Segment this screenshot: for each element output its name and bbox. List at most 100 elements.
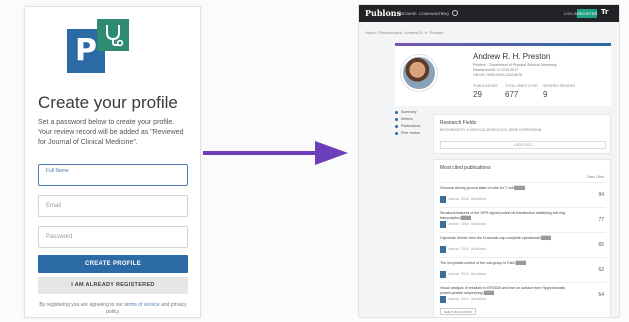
researcher-id: ResearcherID: D-1234-2017 — [473, 68, 519, 72]
citation-count: 77 — [598, 217, 604, 223]
publication-meta: Journal · 2013 · All authors — [448, 272, 487, 276]
password-field[interactable]: Password — [38, 226, 188, 248]
stat-times-cited: TOTAL TIMES CITED 677 — [505, 84, 538, 99]
dot-icon — [395, 131, 398, 135]
redacted-mark: ████ — [514, 186, 525, 190]
journal-thumbnail — [440, 196, 446, 203]
add-field-button[interactable]: + ADD FIELD — [440, 141, 606, 149]
email-placeholder: Email — [46, 203, 62, 209]
nav-browse[interactable]: BROWSE — [399, 11, 417, 16]
create-profile-button[interactable]: CREATE PROFILE — [38, 255, 188, 273]
sidenav-label: Publications — [401, 124, 421, 128]
terms-prefix: By registering you are agreeing to our — [39, 302, 125, 308]
publication-meta: Journal · 2012 · All authors — [448, 297, 487, 301]
search-icon[interactable] — [452, 10, 458, 16]
dot-icon — [395, 124, 398, 128]
terms-of-service-link[interactable]: terms of service — [124, 302, 159, 308]
stat-publications: PUBLICATIONS 29 — [473, 84, 498, 99]
arrow-right-icon — [203, 141, 348, 165]
description-text: Set a password below to create your prof… — [38, 119, 184, 146]
publication-row[interactable]: Visual analysis of residues in ERS3D0 an… — [440, 282, 606, 306]
login-link[interactable]: LOG IN — [564, 11, 578, 16]
sidenav-item-peer-review[interactable]: Peer review — [395, 131, 429, 135]
avatar — [401, 55, 437, 91]
stat-verified-reviews: VERIFIED REVIEWS 9 — [543, 84, 575, 99]
citation-count: 62 — [598, 267, 604, 273]
email-field[interactable]: Email — [38, 195, 188, 217]
screen: P Create your profile Set a password bel… — [0, 0, 629, 322]
sidenav-item-summary[interactable]: Summary — [395, 110, 429, 114]
sidenav-label: Peer review — [401, 131, 420, 135]
stat-label: TOTAL TIMES CITED — [505, 84, 538, 88]
header-accent-bar — [395, 43, 611, 46]
see-publications-button[interactable]: SEE PUBLICATIONS — [440, 308, 476, 315]
stat-value: 9 — [543, 90, 548, 99]
publication-title-text: Genome-driving ground state of cells for… — [440, 186, 515, 190]
dot-icon — [395, 110, 398, 114]
publication-title: Glycoside thinner from the N-domain cap … — [440, 236, 570, 241]
already-registered-button[interactable]: I AM ALREADY REGISTERED — [38, 277, 188, 294]
top-navbar: Publons BROWSE COMMUNITY FAQ LOG IN REGI… — [359, 5, 619, 22]
journal-thumbnail — [440, 271, 446, 278]
stat-label: VERIFIED REVIEWS — [543, 84, 576, 88]
publication-meta: Journal · 2015 · All authors — [448, 222, 487, 226]
publication-title: Visual analysis of residues in ERS3D0 an… — [440, 286, 570, 296]
journal-thumbnail — [440, 221, 446, 228]
publication-title: Genome-driving ground state of cells for… — [440, 186, 570, 191]
publication-row[interactable]: Glycoside thinner from the N-domain cap … — [440, 232, 606, 256]
nav-community[interactable]: COMMUNITY — [419, 11, 444, 16]
publons-brand[interactable]: Publons — [365, 8, 401, 18]
page-title: Create your profile — [38, 93, 178, 112]
citation-count: 54 — [598, 292, 604, 298]
journal-thumbnail — [440, 246, 446, 253]
sidenav-label: Summary — [401, 110, 417, 114]
publication-title-text: Glycoside thinner from the N-domain cap … — [440, 236, 541, 240]
publication-title-text: Visual analysis of residues in ERS3D0 an… — [440, 286, 566, 295]
publications-card: Most cited publications Times Cited Geno… — [433, 159, 611, 317]
full-name-field[interactable]: Full Name — [38, 164, 188, 186]
researcher-orcid: ORCID: 0000-0002-1234-5678 — [473, 73, 523, 77]
publications-title: Most cited publications — [440, 165, 491, 171]
citation-count: 65 — [598, 242, 604, 248]
publication-row[interactable]: Structural features of the GPR signal pr… — [440, 207, 606, 231]
clarivate-logo: Tr — [601, 8, 609, 16]
publication-row[interactable]: Genome-driving ground state of cells for… — [440, 182, 606, 206]
nav-faq[interactable]: FAQ — [441, 11, 449, 16]
publication-title-text: Structural features of the GPR signal pr… — [440, 211, 566, 220]
profile-sidenav: Summary Metrics Publications Peer review — [395, 110, 429, 150]
times-cited-header: Times Cited — [586, 175, 604, 179]
terms-text: By registering you are agreeing to our t… — [38, 302, 188, 316]
stethoscope-icon — [97, 19, 129, 51]
publication-title: Structural features of the GPR signal pr… — [440, 211, 570, 221]
researcher-name: Andrew R. H. Preston — [473, 52, 551, 61]
sidenav-item-publications[interactable]: Publications — [395, 124, 429, 128]
stat-label: PUBLICATIONS — [473, 84, 498, 88]
publication-title-text: The enzymatic control of the sub-group i… — [440, 261, 516, 265]
create-profile-panel: P Create your profile Set a password bel… — [24, 6, 201, 318]
publons-logo: P — [67, 13, 137, 79]
stat-value: 677 — [505, 90, 519, 99]
password-placeholder: Password — [46, 234, 73, 240]
redacted-mark: ████ — [483, 291, 494, 295]
redacted-mark: ████ — [540, 236, 551, 240]
publication-meta: Journal · 2014 · All authors — [448, 247, 487, 251]
publication-title: The enzymatic control of the sub-group i… — [440, 261, 570, 266]
register-button[interactable]: REGISTER — [577, 9, 597, 18]
profile-page-panel: Publons BROWSE COMMUNITY FAQ LOG IN REGI… — [358, 4, 620, 318]
stat-value: 29 — [473, 90, 482, 99]
research-fields-list: BIOCHEMISTRY & MOLECULAR BIOLOGY, GENE E… — [440, 128, 542, 132]
sidenav-item-metrics[interactable]: Metrics — [395, 117, 429, 121]
dot-icon — [395, 117, 398, 121]
research-fields-title: Research Fields — [440, 120, 477, 126]
redacted-mark: ████ — [460, 216, 471, 220]
publication-row[interactable]: The enzymatic control of the sub-group i… — [440, 257, 606, 281]
citation-count: 94 — [598, 192, 604, 198]
sidenav-label: Metrics — [401, 117, 413, 121]
journal-thumbnail — [440, 296, 446, 303]
redacted-mark: ████ — [515, 261, 526, 265]
researcher-position: Position · Department of Physical Scienc… — [473, 63, 557, 67]
publication-meta: Journal · 2016 · All authors — [448, 197, 487, 201]
research-fields-card: Research Fields BIOCHEMISTRY & MOLECULAR… — [433, 114, 611, 154]
full-name-placeholder: Full Name — [46, 168, 69, 174]
breadcrumb: Home / Researchers / Andrew R. H. Presto… — [365, 30, 444, 35]
